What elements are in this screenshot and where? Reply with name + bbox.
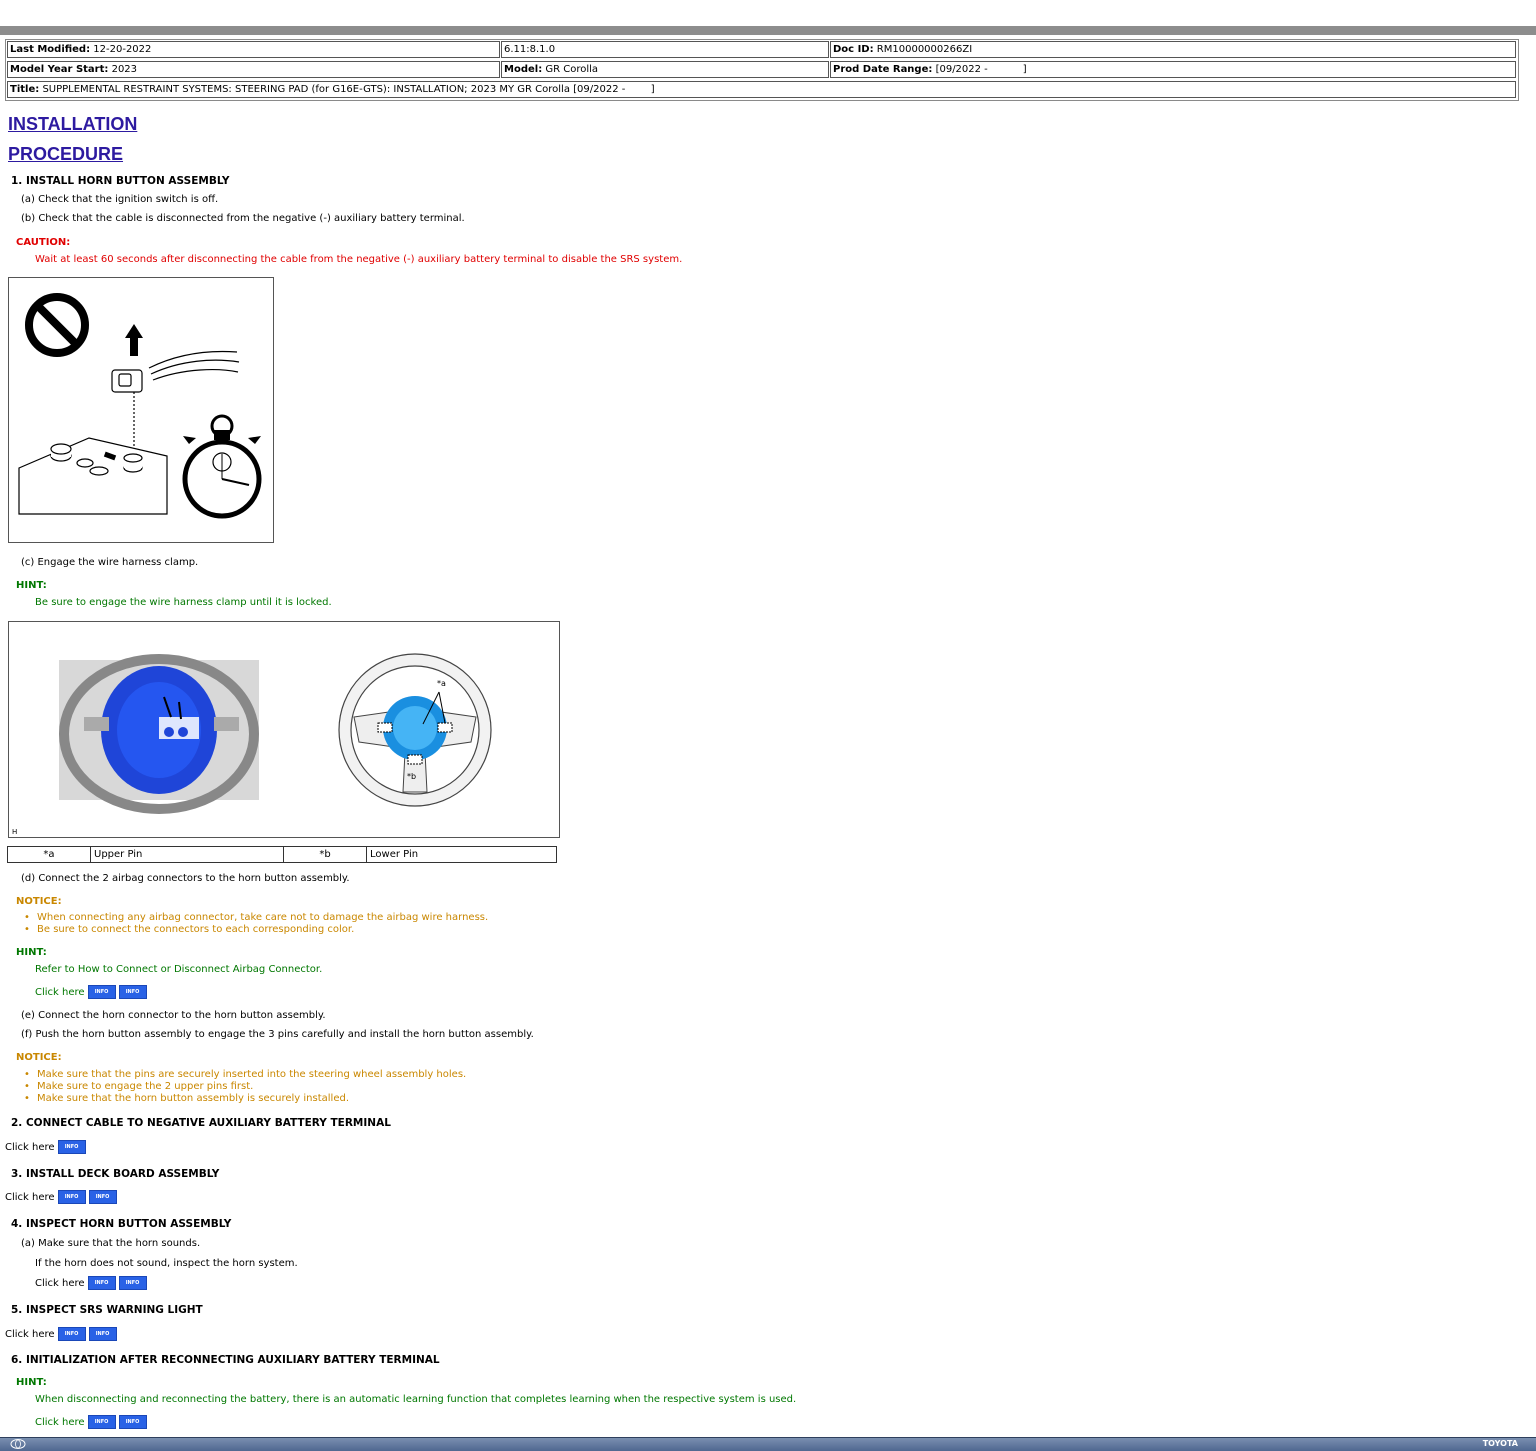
click-here-link-d: Click here INFO INFO [35, 985, 147, 999]
last-modified-label: Last Modified: [10, 44, 91, 55]
step-1e-text: (e) Connect the horn connector to the ho… [21, 1010, 326, 1021]
version-value: 6.11:8.1.0 [504, 44, 556, 55]
steering-pad-illustration: *a *b H [12, 653, 492, 836]
title-cell: Title: SUPPLEMENTAL RESTRAINT SYSTEMS: S… [7, 81, 1516, 98]
info-button[interactable]: INFO [57, 1140, 86, 1154]
prod-date-value: [09/2022 - ] [935, 64, 1027, 75]
document-header-table: Last Modified: 12-20-2022 6.11:8.1.0 Doc… [5, 39, 1519, 101]
doc-id-value: RM10000000266ZI [876, 44, 973, 55]
model-year-cell: Model Year Start: 2023 [7, 61, 500, 78]
info-button[interactable]: INFO [57, 1190, 86, 1204]
notice-f-item-2: Make sure to engage the 2 upper pins fir… [24, 1081, 253, 1092]
prohibited-icon [25, 293, 89, 357]
hint-text-d: Refer to How to Connect or Disconnect Ai… [35, 964, 323, 975]
step-1f-text: (f) Push the horn button assembly to eng… [21, 1029, 534, 1040]
info-button[interactable]: INFO [87, 985, 116, 999]
notice-f-item-1: Make sure that the pins are securely ins… [24, 1069, 466, 1080]
top-separator-bar [0, 26, 1536, 35]
info-button[interactable]: INFO [57, 1327, 86, 1341]
title-value: SUPPLEMENTAL RESTRAINT SYSTEMS: STEERING… [42, 84, 655, 95]
step-4-note: If the horn does not sound, inspect the … [35, 1258, 298, 1269]
click-here-link-step-5: Click here INFO INFO [5, 1327, 117, 1341]
step-5-title: 5. INSPECT SRS WARNING LIGHT [11, 1304, 203, 1316]
battery-disconnect-illustration [18, 293, 262, 519]
up-arrow-icon [125, 324, 143, 356]
legend-value-b: Lower Pin [366, 846, 557, 863]
info-button[interactable]: INFO [88, 1327, 117, 1341]
footer-bar: TOYOTA [0, 1437, 1536, 1451]
stopwatch-icon [182, 414, 262, 519]
click-here-text[interactable]: Click here [5, 1329, 55, 1340]
figure-corner-label: H [12, 828, 17, 836]
click-here-link-step-4: Click here INFO INFO [35, 1276, 147, 1290]
model-value: GR Corolla [545, 64, 599, 75]
step-1b-text: (b) Check that the cable is disconnected… [21, 213, 465, 224]
last-modified-value: 12-20-2022 [93, 44, 152, 55]
battery-disconnect-figure [8, 277, 274, 543]
legend-value-a: Upper Pin [90, 846, 284, 863]
caution-text: Wait at least 60 seconds after disconnec… [35, 254, 683, 265]
notice-d-item-2: Be sure to connect the connectors to eac… [24, 924, 354, 935]
step-3-title: 3. INSTALL DECK BOARD ASSEMBLY [11, 1168, 220, 1180]
steering-wheel-figure: *a *b H [8, 621, 560, 838]
prod-date-cell: Prod Date Range: [09/2022 - ] [830, 61, 1516, 78]
model-label: Model: [504, 64, 543, 75]
step-6-title: 6. INITIALIZATION AFTER RECONNECTING AUX… [11, 1354, 440, 1366]
step-1c-text: (c) Engage the wire harness clamp. [21, 557, 199, 568]
step-1d-text: (d) Connect the 2 airbag connectors to t… [21, 873, 350, 884]
notice-label-d: NOTICE: [16, 896, 62, 907]
info-button[interactable]: INFO [118, 1276, 147, 1290]
info-button[interactable]: INFO [88, 1190, 117, 1204]
procedure-heading-link[interactable]: PROCEDURE [8, 144, 123, 165]
click-here-link-step-2: Click here INFO [5, 1140, 86, 1154]
step-4a-text: (a) Make sure that the horn sounds. [21, 1238, 201, 1249]
last-modified-cell: Last Modified: 12-20-2022 [7, 41, 500, 58]
footer-brand: TOYOTA [1482, 1439, 1518, 1448]
legend-key-b: *b [283, 846, 367, 863]
steering-wheel-photo-icon [59, 654, 259, 814]
click-here-text[interactable]: Click here [5, 1142, 55, 1153]
upper-pin-callout: *a [437, 679, 446, 688]
hint-label-step-6: HINT: [16, 1377, 47, 1388]
notice-d-item-1: When connecting any airbag connector, ta… [24, 912, 488, 923]
info-button[interactable]: INFO [118, 1415, 147, 1429]
notice-label-f: NOTICE: [16, 1052, 62, 1063]
step-2-title: 2. CONNECT CABLE TO NEGATIVE AUXILIARY B… [11, 1117, 391, 1129]
title-label: Title: [10, 84, 40, 95]
click-here-text[interactable]: Click here [35, 1278, 85, 1289]
legend-key-a: *a [7, 846, 91, 863]
click-here-text[interactable]: Click here [35, 1417, 85, 1428]
doc-id-label: Doc ID: [833, 44, 874, 55]
model-cell: Model: GR Corolla [501, 61, 829, 78]
click-here-link-step-6: Click here INFO INFO [35, 1415, 147, 1429]
click-here-text[interactable]: Click here [35, 987, 85, 998]
model-year-value: 2023 [111, 64, 138, 75]
click-here-link-step-3: Click here INFO INFO [5, 1190, 117, 1204]
prod-date-label: Prod Date Range: [833, 64, 933, 75]
step-1a-text: (a) Check that the ignition switch is of… [21, 194, 219, 205]
legend-row: *a Upper Pin *b Lower Pin [7, 846, 557, 863]
hint-label-d: HINT: [16, 947, 47, 958]
hint-text-step-6: When disconnecting and reconnecting the … [35, 1394, 797, 1405]
steering-wheel-front-icon: *a *b [338, 653, 492, 807]
toyota-logo-icon [10, 1439, 26, 1449]
notice-f-item-3: Make sure that the horn button assembly … [24, 1093, 349, 1104]
installation-heading-link[interactable]: INSTALLATION [8, 114, 137, 135]
info-button[interactable]: INFO [118, 985, 147, 999]
caution-label: CAUTION: [16, 237, 71, 248]
info-button[interactable]: INFO [87, 1276, 116, 1290]
model-year-label: Model Year Start: [10, 64, 109, 75]
doc-id-cell: Doc ID: RM10000000266ZI [830, 41, 1516, 58]
pin-legend-table: *a Upper Pin *b Lower Pin [7, 846, 557, 863]
battery-icon [18, 437, 168, 515]
info-button[interactable]: INFO [87, 1415, 116, 1429]
step-4-title: 4. INSPECT HORN BUTTON ASSEMBLY [11, 1218, 232, 1230]
step-1-title: 1. INSTALL HORN BUTTON ASSEMBLY [11, 175, 230, 187]
click-here-text[interactable]: Click here [5, 1192, 55, 1203]
lower-pin-callout: *b [407, 772, 416, 781]
hint-text-c: Be sure to engage the wire harness clamp… [35, 597, 332, 608]
version-cell: 6.11:8.1.0 [501, 41, 829, 58]
hint-label-c: HINT: [16, 580, 47, 591]
